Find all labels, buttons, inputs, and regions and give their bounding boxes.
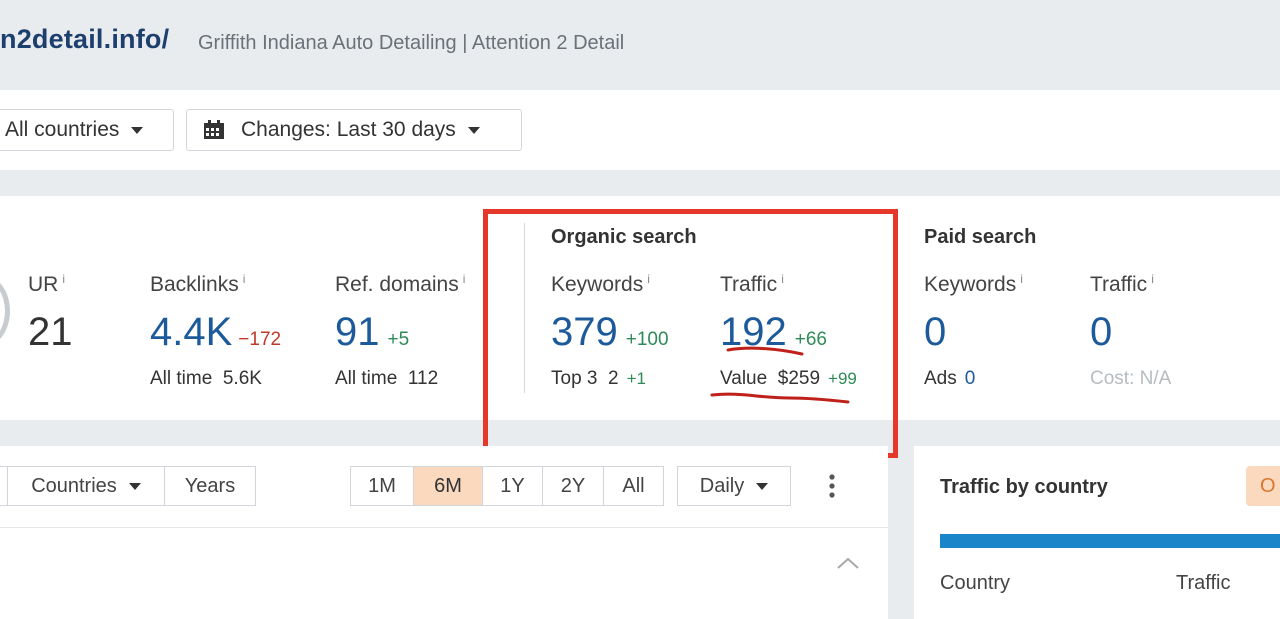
info-icon[interactable]: i [1020,272,1023,286]
backlinks-label: Backlinks i [150,272,246,296]
countries-dropdown[interactable]: All countries [0,109,174,151]
backlinks-delta: −172 [238,329,282,350]
country-column-header[interactable]: Country [940,572,1010,595]
ref-domains-metric: 91 +5 [335,310,409,355]
countries-segment[interactable]: Countries [7,466,165,506]
range-1m-button[interactable]: 1M [350,466,414,506]
caret-down-icon [128,482,141,490]
paid-ads: Ads 0 [924,368,976,389]
filter-bar: All countries Changes: Last 30 days [0,90,1280,170]
paid-keywords-label: Keywords i [924,272,1023,296]
ur-gauge-icon [0,276,10,346]
ur-value: 21 [28,310,73,354]
paid-cost: Cost: N/A [1090,368,1172,389]
paid-traffic-value[interactable]: 0 [1090,310,1112,355]
highlight-box [483,209,898,458]
chevron-up-icon[interactable] [836,556,860,570]
overview-chart-panel: Countries Years 1M 6M 1Y 2Y All Daily [0,446,888,619]
ref-domains-value[interactable]: 91 [335,310,380,354]
changes-dropdown-label: Changes: Last 30 days [241,118,456,141]
info-icon[interactable]: i [1151,272,1154,286]
traffic-by-country-panel: Traffic by country O Country Traffic [914,446,1280,619]
caret-down-icon [756,482,769,490]
site-url[interactable]: n2detail.info/ [0,24,169,55]
site-description: Griffith Indiana Auto Detailing | Attent… [198,32,625,54]
traffic-by-country-title: Traffic by country [940,476,1108,498]
backlinks-metric: 4.4K −172 [150,310,281,355]
ref-domains-delta: +5 [387,329,410,350]
traffic-by-country-button[interactable]: O [1246,466,1280,506]
ur-label: UR i [28,272,66,296]
info-icon[interactable]: i [62,272,65,286]
caret-down-icon [467,126,480,134]
range-all-button[interactable]: All [603,466,664,506]
traffic-share-bar [940,534,1280,548]
years-segment[interactable]: Years [164,466,256,506]
traffic-column-header[interactable]: Traffic [1176,572,1230,595]
paid-traffic-label: Traffic i [1090,272,1154,296]
info-icon[interactable]: i [463,272,466,286]
ref-domains-label: Ref. domains i [335,272,466,296]
paid-search-title: Paid search [924,226,1037,248]
paid-keywords-value[interactable]: 0 [924,310,946,355]
range-6m-button[interactable]: 6M [413,466,483,506]
backlinks-alltime: All time 5.6K [150,368,262,389]
backlinks-value[interactable]: 4.4K [150,310,232,354]
calendar-icon [204,120,224,139]
countries-dropdown-label: All countries [5,118,120,141]
more-vertical-icon[interactable] [822,471,842,501]
site-header: n2detail.info/ Griffith Indiana Auto Det… [0,0,1280,90]
range-2y-button[interactable]: 2Y [542,466,604,506]
changes-dropdown[interactable]: Changes: Last 30 days [186,109,522,151]
interval-dropdown[interactable]: Daily [677,466,791,506]
range-1y-button[interactable]: 1Y [482,466,543,506]
caret-down-icon [131,126,144,134]
info-icon[interactable]: i [243,272,246,286]
divider [0,527,888,528]
ref-domains-alltime: All time 112 [335,368,439,389]
